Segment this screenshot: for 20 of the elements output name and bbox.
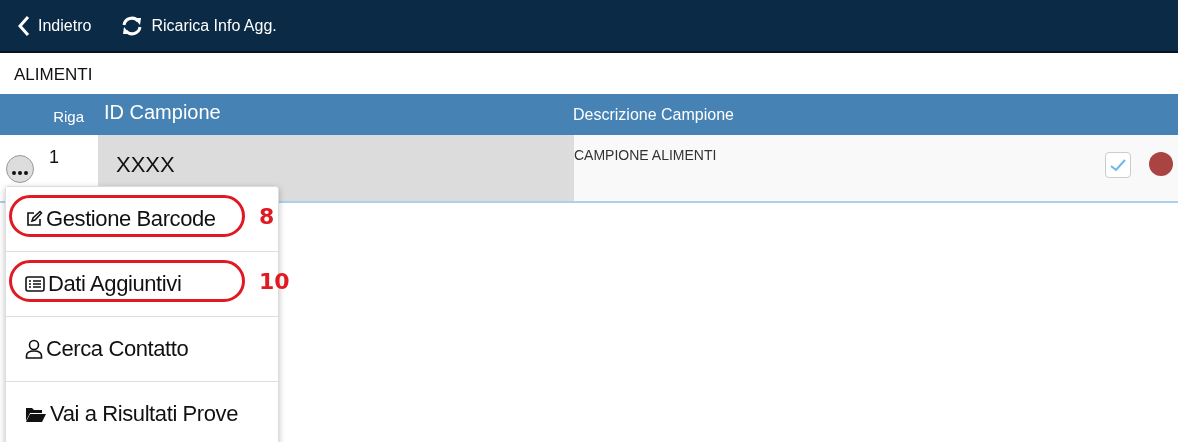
reload-button[interactable]: Ricarica Info Agg. xyxy=(121,10,277,41)
edit-icon xyxy=(25,210,43,228)
callout-number: 10 xyxy=(259,269,290,294)
section-title: ALIMENTI xyxy=(13,64,94,86)
description-text: CAMPIONE ALIMENTI xyxy=(574,147,717,163)
column-header: Riga xyxy=(53,108,85,125)
table-cell: 1 xyxy=(49,147,59,168)
menu-item[interactable]: Gestione Barcode xyxy=(6,187,254,251)
table-cell: XXXX xyxy=(98,135,568,201)
checkbox[interactable] xyxy=(1105,152,1131,178)
callout-number: 8 xyxy=(259,204,275,229)
column-header: Descrizione Campione xyxy=(572,105,735,124)
refresh-icon xyxy=(121,14,144,37)
list-icon xyxy=(25,276,45,292)
column-header: ID Campione xyxy=(103,101,222,124)
back-icon xyxy=(18,14,30,37)
back-button[interactable]: Indietro xyxy=(18,10,92,41)
check-icon xyxy=(1110,158,1126,172)
person-icon xyxy=(25,339,43,359)
folder-icon xyxy=(25,405,47,423)
